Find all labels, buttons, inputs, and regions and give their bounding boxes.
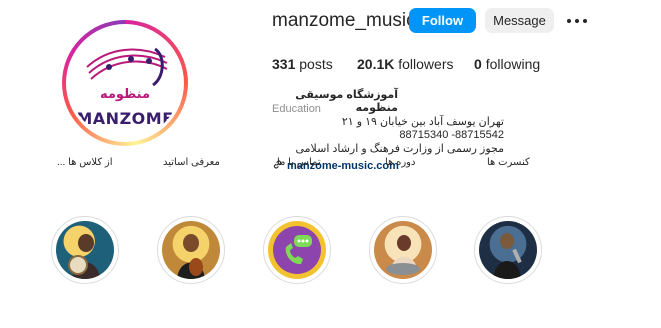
avatar-latin-text: MANZOME [76, 109, 174, 128]
highlight-concerts-icon [479, 221, 537, 279]
profile-avatar[interactable]: منظومه MANZOME [62, 20, 188, 146]
bio-category: Education [272, 103, 321, 115]
posts-count: 331 [272, 56, 296, 72]
highlight-class-icon [56, 221, 114, 279]
highlight-teachers-icon [162, 221, 220, 279]
followers-label: followers [398, 56, 454, 72]
following-label: following [485, 56, 541, 72]
highlight-classes-label: از کلاس ها ... [57, 157, 113, 168]
highlight-courses-icon [374, 221, 432, 279]
highlight-teachers[interactable] [157, 216, 225, 284]
followers-count: 20.1K [357, 56, 395, 72]
highlight-courses-label: دوره ها [385, 157, 416, 168]
bio-phones: 88715340 -88715542 [399, 129, 504, 141]
message-button[interactable]: Message [485, 8, 554, 33]
avatar-persian-text: منظومه [99, 87, 151, 102]
highlight-concerts-label: کنسرت ها [487, 157, 530, 168]
profile-username: manzome_music [272, 10, 416, 31]
more-horizontal-icon[interactable] [566, 11, 588, 31]
posts-stat: 331 posts [272, 56, 333, 72]
highlight-courses[interactable] [369, 216, 437, 284]
follow-button[interactable]: Follow [409, 8, 476, 33]
avatar-logo: منظومه MANZOME [69, 27, 181, 139]
phone-chat-icon [268, 221, 326, 279]
bio-license: مجوز رسمی از وزارت فرهنگ و ارشاد اسلامی [295, 143, 505, 155]
highlight-contact-label: تماس با ما [277, 157, 321, 168]
highlight-classes[interactable] [51, 216, 119, 284]
following-stat[interactable]: 0 following [474, 56, 540, 72]
highlight-concerts[interactable] [474, 216, 542, 284]
bio-address: تهران یوسف آباد بین خیابان ۱۹ و ۲۱ [341, 116, 504, 128]
followers-stat[interactable]: 20.1K followers [357, 56, 454, 72]
posts-label: posts [299, 56, 333, 72]
following-count: 0 [474, 56, 482, 72]
highlight-contact[interactable] [263, 216, 331, 284]
highlight-teachers-label: معرفی اساتید [163, 157, 220, 168]
